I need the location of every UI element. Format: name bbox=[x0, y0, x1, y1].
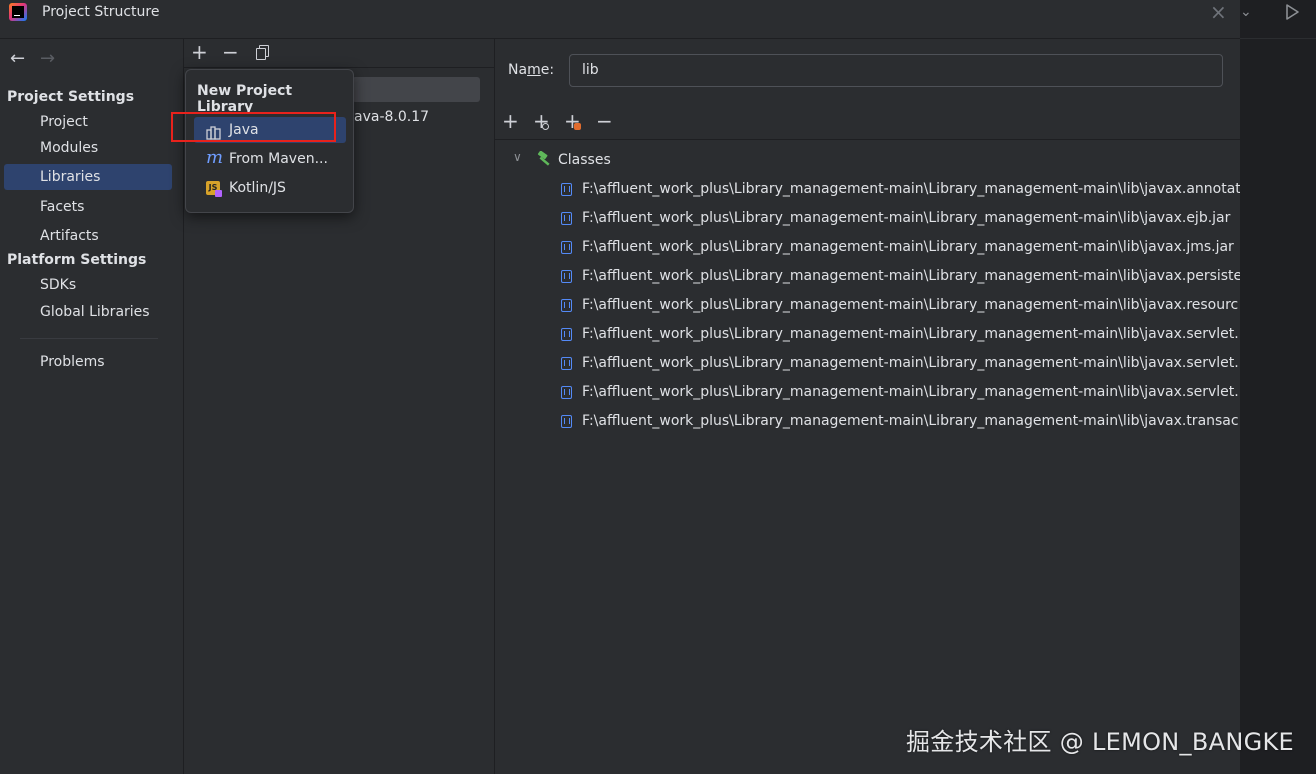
close-icon[interactable]: × bbox=[1210, 0, 1227, 24]
add-icon[interactable]: + bbox=[191, 40, 208, 64]
remove-icon[interactable]: − bbox=[596, 109, 613, 133]
class-path-row[interactable]: F:\affluent_work_plus\Library_management… bbox=[560, 267, 1240, 289]
jar-file-icon bbox=[561, 386, 572, 399]
popup-item-from-maven[interactable]: m From Maven... bbox=[194, 146, 346, 172]
library-name-field[interactable]: lib bbox=[569, 54, 1223, 87]
chevron-down-icon[interactable]: ∨ bbox=[513, 150, 522, 164]
sidebar-item-artifacts[interactable]: Artifacts bbox=[4, 223, 172, 249]
classes-toolbar: + + + − bbox=[495, 109, 1240, 140]
maven-icon: m bbox=[206, 147, 224, 168]
class-path-row[interactable]: F:\affluent_work_plus\Library_management… bbox=[560, 209, 1240, 231]
jar-file-icon bbox=[561, 328, 572, 341]
classes-node-label[interactable]: Classes bbox=[558, 152, 611, 168]
library-row-selected[interactable] bbox=[352, 77, 480, 102]
jar-file-icon bbox=[561, 183, 572, 196]
library-row[interactable]: ava-8.0.17 bbox=[354, 109, 429, 125]
sidebar-item-facets[interactable]: Facets bbox=[4, 194, 172, 220]
sidebar-item-project[interactable]: Project bbox=[4, 109, 172, 135]
add-jar-icon[interactable]: + bbox=[533, 109, 550, 133]
sidebar-item-global-libraries[interactable]: Global Libraries bbox=[4, 299, 172, 325]
sidebar-divider bbox=[20, 338, 158, 339]
ide-background-strip: ⌄ bbox=[1240, 0, 1316, 774]
kotlin-js-icon: JS bbox=[206, 181, 222, 197]
intellij-app-icon bbox=[9, 3, 27, 21]
platform-settings-header: Platform Settings bbox=[7, 252, 147, 268]
hammer-icon bbox=[535, 150, 553, 167]
popup-item-kotlin-js[interactable]: JS Kotlin/JS bbox=[194, 175, 346, 201]
add-library-icon[interactable]: + bbox=[564, 109, 581, 133]
window-title: Project Structure bbox=[42, 4, 160, 20]
library-detail-panel: Name: lib + + + − ∨ Classes F:\affluent_… bbox=[495, 39, 1240, 774]
class-path-row[interactable]: F:\affluent_work_plus\Library_management… bbox=[560, 412, 1240, 434]
settings-sidebar: ← → Project Settings Project Modules Lib… bbox=[0, 39, 184, 774]
add-icon[interactable]: + bbox=[502, 109, 519, 133]
sidebar-item-sdks[interactable]: SDKs bbox=[4, 272, 172, 298]
back-arrow-icon[interactable]: ← bbox=[10, 48, 25, 69]
sidebar-item-libraries[interactable]: Libraries bbox=[4, 164, 172, 190]
project-settings-header: Project Settings bbox=[7, 89, 135, 105]
jar-file-icon bbox=[561, 212, 572, 225]
sidebar-item-problems[interactable]: Problems bbox=[4, 349, 172, 375]
forward-arrow-icon[interactable]: → bbox=[40, 48, 55, 69]
jar-file-icon bbox=[561, 270, 572, 283]
name-label: Name: bbox=[508, 62, 555, 78]
copy-icon[interactable] bbox=[256, 45, 269, 60]
jar-file-icon bbox=[561, 299, 572, 312]
highlight-annotation-box bbox=[171, 112, 336, 142]
class-path-row[interactable]: F:\affluent_work_plus\Library_management… bbox=[560, 325, 1240, 347]
jar-file-icon bbox=[561, 357, 572, 370]
class-path-row[interactable]: F:\affluent_work_plus\Library_management… bbox=[560, 296, 1240, 318]
sidebar-item-modules[interactable]: Modules bbox=[4, 135, 172, 161]
jar-file-icon bbox=[561, 415, 572, 428]
library-list-toolbar: + − bbox=[184, 39, 494, 68]
title-bar: Project Structure × bbox=[0, 0, 1240, 39]
popup-title: New Project Library bbox=[197, 83, 293, 115]
chevron-down-icon[interactable]: ⌄ bbox=[1240, 4, 1252, 20]
watermark: 掘金技术社区 @ LEMON_BANGKE bbox=[906, 728, 1294, 756]
class-path-row[interactable]: F:\affluent_work_plus\Library_management… bbox=[560, 383, 1240, 405]
class-path-row[interactable]: F:\affluent_work_plus\Library_management… bbox=[560, 238, 1240, 260]
remove-icon[interactable]: − bbox=[222, 40, 239, 64]
class-path-row[interactable]: F:\affluent_work_plus\Library_management… bbox=[560, 354, 1240, 376]
jar-file-icon bbox=[561, 241, 572, 254]
class-path-row[interactable]: F:\affluent_work_plus\Library_management… bbox=[560, 180, 1240, 202]
